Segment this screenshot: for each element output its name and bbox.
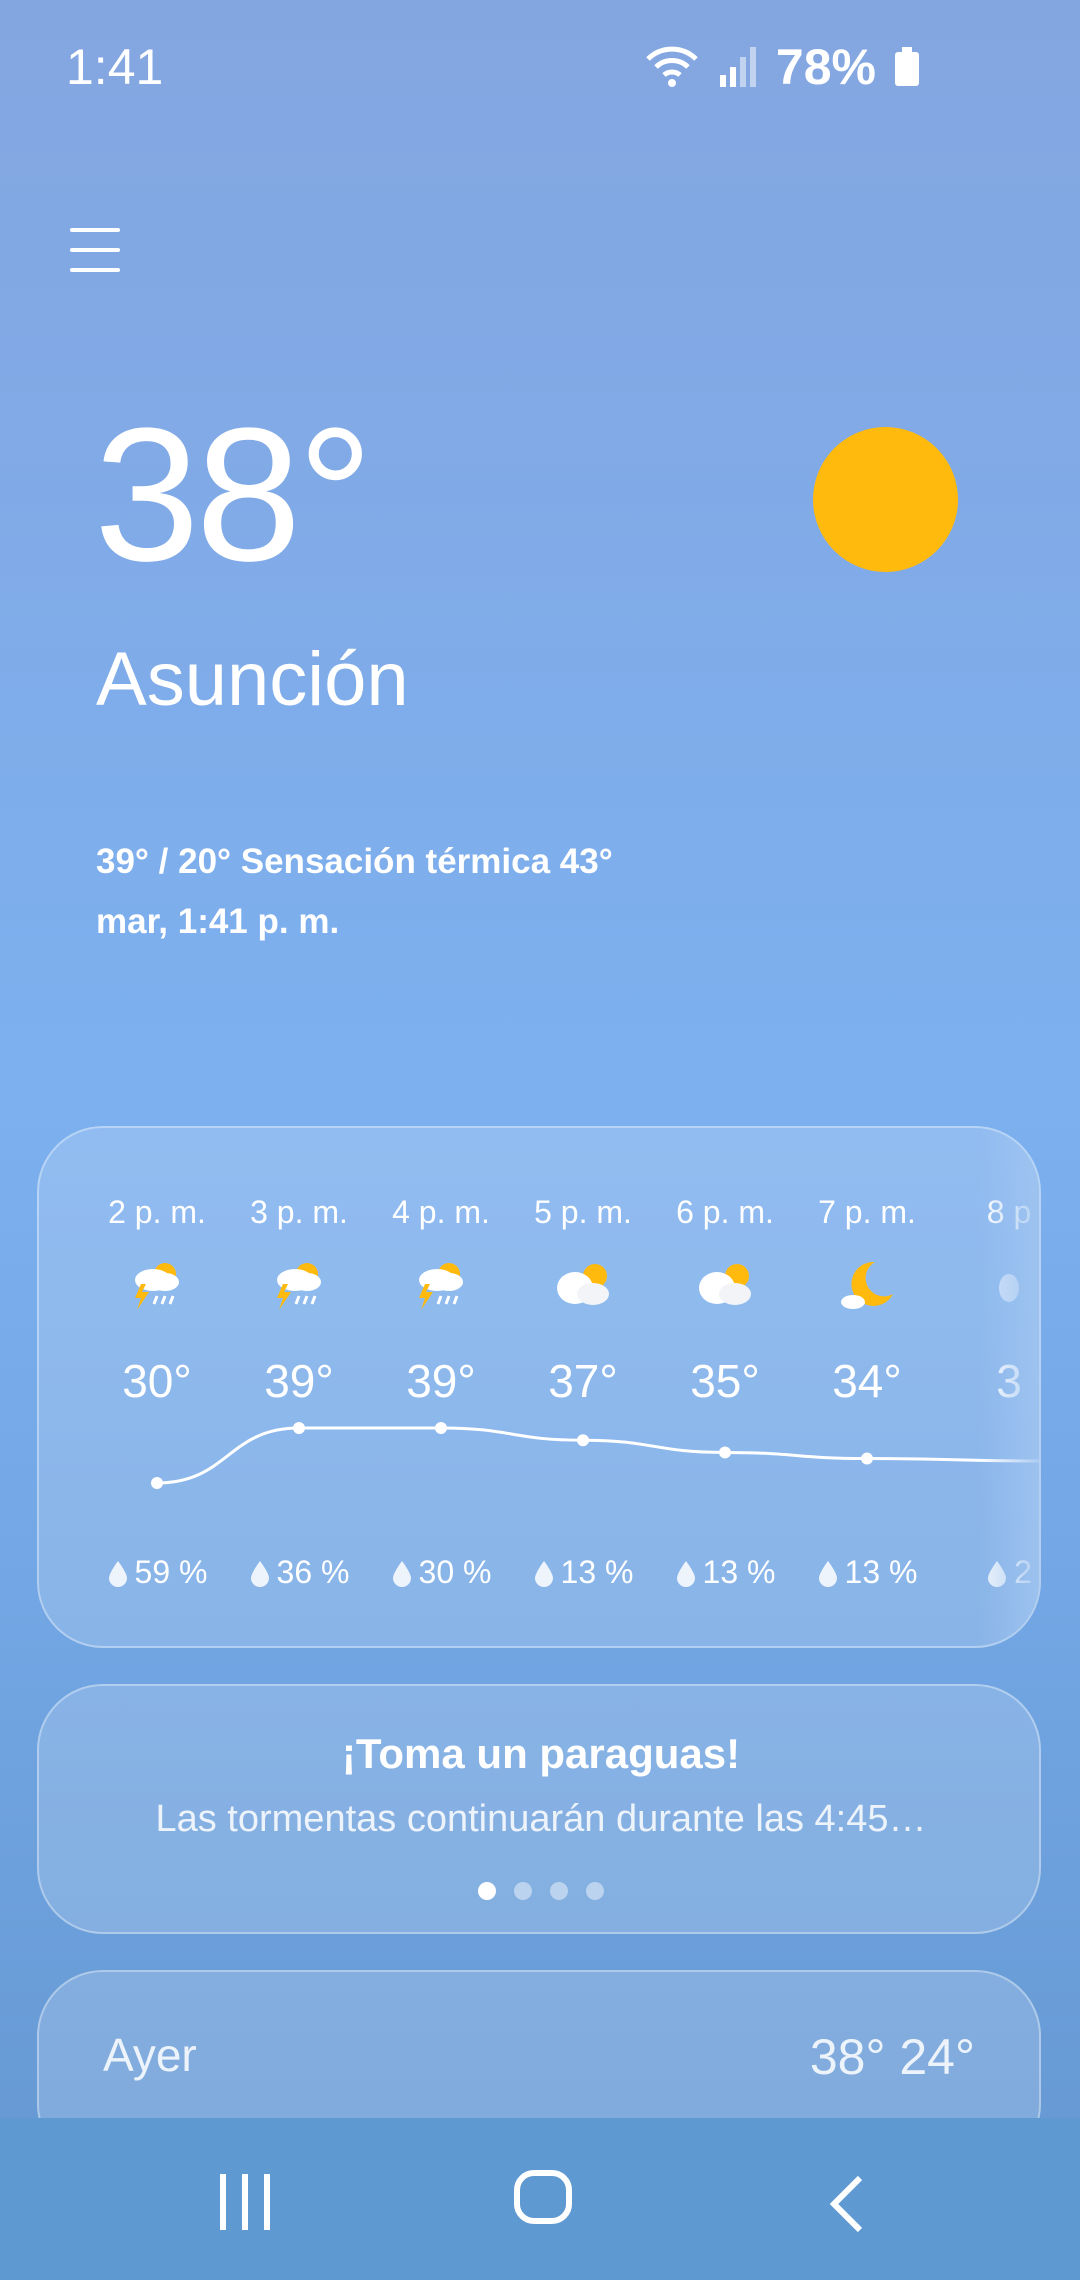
status-icons: 78%: [644, 38, 920, 96]
home-button[interactable]: [514, 2170, 572, 2224]
raindrop-icon: [534, 1560, 553, 1587]
temperature-point: [293, 1422, 305, 1434]
raindrop-icon: [818, 1560, 837, 1587]
thunderstorm-icon: [127, 1258, 187, 1312]
date-time: mar, 1:41 p. m.: [96, 902, 340, 941]
tip-title: ¡Toma un paraguas!: [341, 1730, 741, 1777]
precipitation: 36 %: [228, 1554, 370, 1591]
umbrella-tip-card[interactable]: ¡Toma un paraguas! Las tormentas continu…: [37, 1684, 1041, 1934]
partly-cloudy-icon: [695, 1258, 755, 1312]
thunderstorm-icon: [411, 1258, 471, 1312]
current-temperature: 38°: [94, 389, 373, 601]
hour-temperature: 39°: [264, 1355, 334, 1407]
hour-label: 7 p. m.: [818, 1194, 916, 1230]
temperature-point: [861, 1452, 873, 1465]
page-dot: [478, 1882, 496, 1900]
hour-label: 5 p. m.: [534, 1194, 632, 1230]
recent-apps-button[interactable]: [218, 2172, 278, 2232]
precipitation: 30 %: [370, 1554, 512, 1591]
hour-temperature: 37°: [548, 1355, 618, 1407]
hour-temperature: 39°: [406, 1355, 476, 1407]
precipitation-value: 13 %: [560, 1554, 634, 1590]
precipitation: 13 %: [512, 1554, 654, 1591]
temperature-line: [156, 1426, 1039, 1485]
raindrop-icon: [392, 1560, 411, 1587]
precipitation-value: 36 %: [276, 1554, 350, 1590]
hourly-forecast-card[interactable]: 2 p. m. 30° 59 % 3 p. m. 39° 36 % 4 p. m. 39° 30…: [37, 1126, 1041, 1648]
battery-icon: [895, 47, 919, 86]
raindrop-icon: [676, 1560, 695, 1587]
precipitation: 13 %: [796, 1554, 938, 1591]
city-name: Asunción: [96, 637, 409, 722]
back-button[interactable]: [826, 2174, 866, 2234]
temperature-point: [719, 1446, 731, 1459]
raindrop-icon: [108, 1560, 127, 1587]
thunderstorm-icon: [269, 1258, 329, 1312]
battery-percent: 78%: [775, 39, 876, 95]
yesterday-label: Ayer: [103, 2029, 197, 2081]
precipitation-value: 59 %: [134, 1554, 208, 1590]
precipitation: 13 %: [654, 1554, 796, 1591]
hour-label: 4 p. m.: [392, 1194, 490, 1230]
moon-icon: [837, 1258, 897, 1312]
status-time: 1:41: [66, 39, 164, 95]
raindrop-icon: [250, 1560, 269, 1587]
sun-icon: [813, 427, 958, 572]
signal-icon: [719, 47, 756, 87]
page-dot: [514, 1882, 532, 1900]
status-bar: 1:41 78%: [0, 0, 1080, 130]
hour-label: 6 p. m.: [676, 1194, 774, 1230]
menu-icon[interactable]: [70, 228, 120, 278]
page-dot: [550, 1882, 568, 1900]
temperature-point: [577, 1434, 589, 1447]
hour-temperature: 30°: [122, 1355, 192, 1407]
precipitation-value: 13 %: [844, 1554, 918, 1590]
yesterday-temps: 38° 24°: [809, 2029, 975, 2085]
precipitation: 59 %: [86, 1554, 228, 1591]
wifi-icon: [646, 46, 698, 87]
page-indicator: [39, 1882, 1043, 1900]
precipitation-value: 13 %: [702, 1554, 776, 1590]
hour-temperature: 34°: [832, 1355, 902, 1407]
partly-cloudy-icon: [553, 1258, 613, 1312]
page-dot: [586, 1882, 604, 1900]
navigation-bar: [0, 2118, 1080, 2280]
hour-label: 3 p. m.: [250, 1194, 348, 1230]
temperature-point: [151, 1477, 163, 1489]
hour-temperature: 35°: [690, 1355, 760, 1407]
temperature-range-feels-like: 39° / 20° Sensación térmica 43°: [96, 842, 613, 881]
hour-label: 2 p. m.: [108, 1194, 206, 1230]
tip-text: Las tormentas continuarán durante las 4:…: [155, 1798, 927, 1840]
temperature-point: [435, 1422, 447, 1434]
precipitation-value: 30 %: [418, 1554, 492, 1590]
